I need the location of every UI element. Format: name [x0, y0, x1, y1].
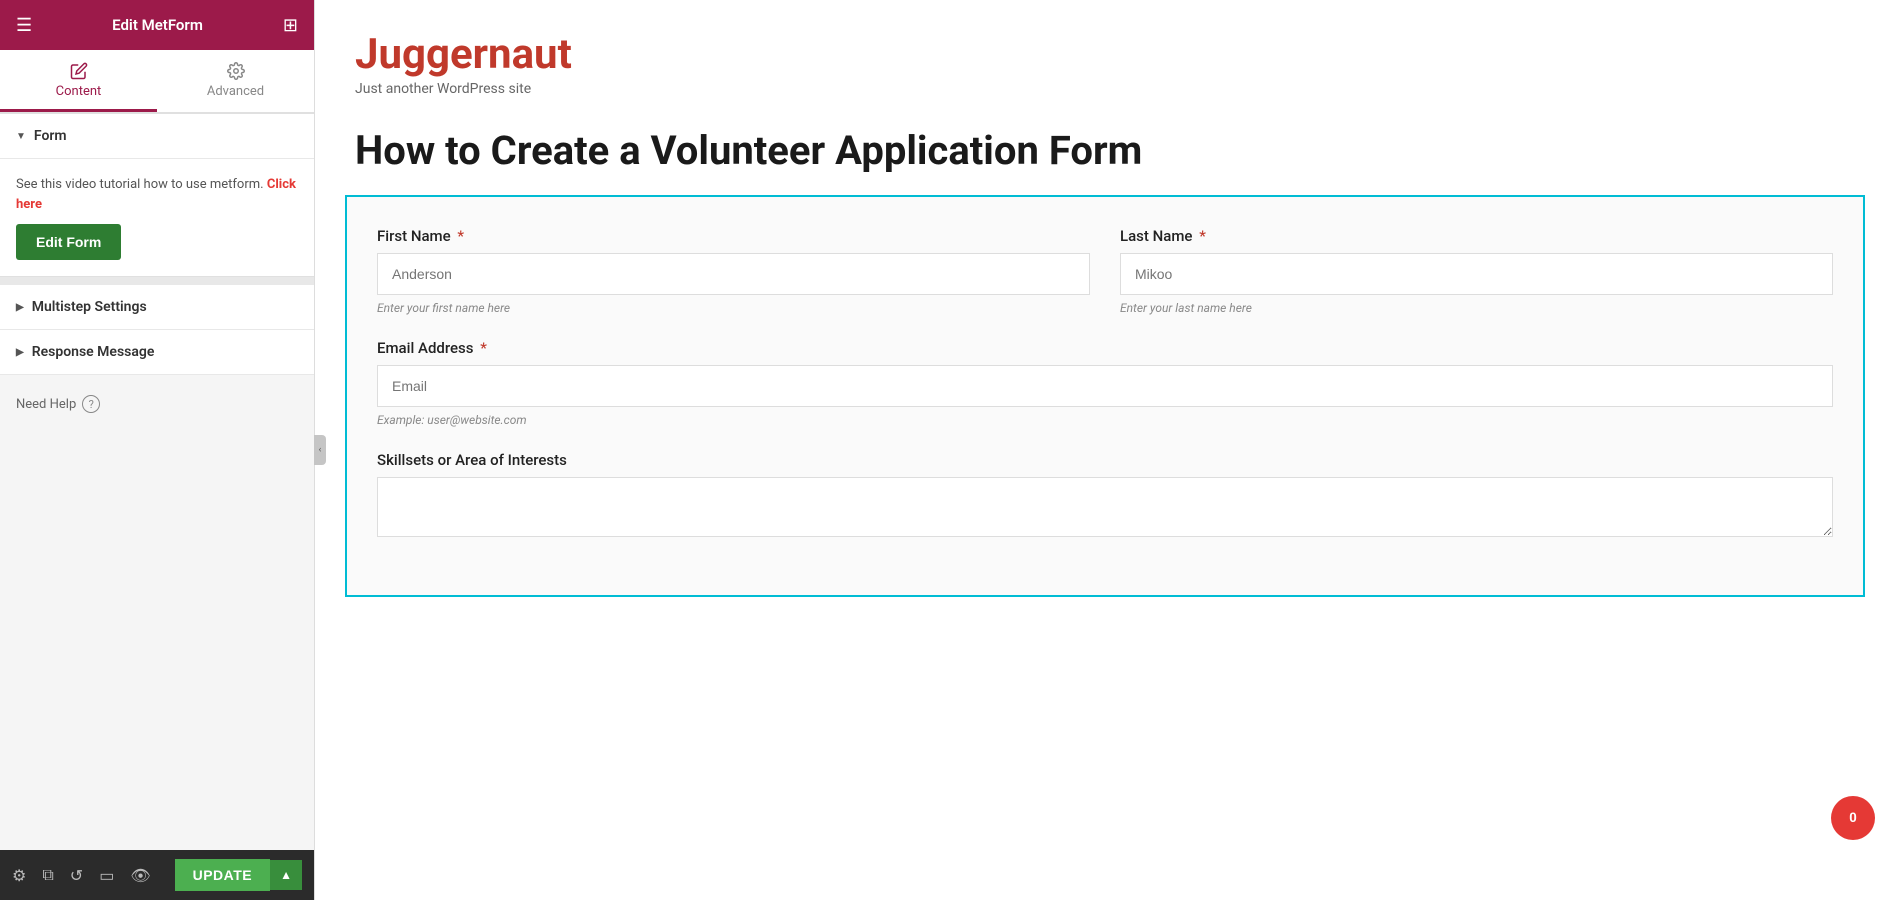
site-tagline: Just another WordPress site — [355, 81, 1855, 97]
multistep-section-header[interactable]: ▶ Multistep Settings — [0, 285, 314, 330]
settings-icon[interactable]: ⚙ — [12, 866, 26, 885]
last-name-label: Last Name * — [1120, 227, 1833, 245]
bottom-bar: ⚙ ⧉ ↺ ▭ 👁 UPDATE ▲ — [0, 850, 314, 900]
bottom-icons: ⚙ ⧉ ↺ ▭ 👁 — [12, 865, 151, 885]
skillsets-col: Skillsets or Area of Interests — [377, 451, 1833, 541]
email-hint: Example: user@website.com — [377, 413, 1833, 427]
update-btn-group: UPDATE ▲ — [175, 859, 302, 891]
last-name-col: Last Name * Enter your last name here — [1120, 227, 1833, 315]
panel-content: ▼ Form See this video tutorial how to us… — [0, 114, 314, 900]
last-name-required: * — [1199, 227, 1206, 245]
site-logo: Juggernaut — [355, 30, 1855, 79]
left-panel: ☰ Edit MetForm ⊞ Content Advanced ▼ Form — [0, 0, 315, 900]
email-input[interactable] — [377, 365, 1833, 407]
first-name-hint: Enter your first name here — [377, 301, 1090, 315]
site-header: Juggernaut Just another WordPress site — [315, 0, 1895, 117]
content-tab-label: Content — [56, 84, 102, 99]
name-row: First Name * Enter your first name here … — [377, 227, 1833, 315]
form-container: First Name * Enter your first name here … — [345, 195, 1865, 597]
panel-header: ☰ Edit MetForm ⊞ — [0, 0, 314, 50]
edit-form-button[interactable]: Edit Form — [16, 224, 121, 260]
skillsets-label: Skillsets or Area of Interests — [377, 451, 1833, 469]
form-section-header[interactable]: ▼ Form — [0, 114, 314, 159]
tabs-row: Content Advanced — [0, 50, 314, 114]
preview-icon[interactable]: 👁 — [130, 866, 150, 885]
response-section-header[interactable]: ▶ Response Message — [0, 330, 314, 375]
email-required: * — [480, 339, 487, 357]
tutorial-text: See this video tutorial how to use metfo… — [16, 175, 298, 214]
history-icon[interactable]: ↺ — [70, 866, 83, 885]
multistep-arrow-icon: ▶ — [16, 302, 24, 313]
response-arrow-icon: ▶ — [16, 347, 24, 358]
layers-icon[interactable]: ⧉ — [42, 865, 53, 885]
help-icon[interactable]: ? — [82, 395, 100, 413]
last-name-input[interactable] — [1120, 253, 1833, 295]
hamburger-icon[interactable]: ☰ — [16, 15, 32, 36]
grid-icon[interactable]: ⊞ — [283, 15, 298, 36]
email-label: Email Address * — [377, 339, 1833, 357]
multistep-section-label: Multistep Settings — [32, 299, 147, 315]
page-title: How to Create a Volunteer Application Fo… — [315, 117, 1895, 195]
tab-content[interactable]: Content — [0, 50, 157, 112]
first-name-input[interactable] — [377, 253, 1090, 295]
panel-collapse-handle[interactable]: ‹ — [314, 435, 326, 465]
responsive-icon[interactable]: ▭ — [99, 866, 114, 885]
main-content: Juggernaut Just another WordPress site H… — [315, 0, 1895, 900]
response-section-label: Response Message — [32, 344, 155, 360]
pencil-icon — [70, 62, 88, 80]
email-col: Email Address * Example: user@website.co… — [377, 339, 1833, 427]
last-name-hint: Enter your last name here — [1120, 301, 1833, 315]
advanced-tab-label: Advanced — [207, 84, 264, 99]
gear-icon — [227, 62, 245, 80]
need-help-section: Need Help ? — [0, 375, 314, 433]
first-name-col: First Name * Enter your first name here — [377, 227, 1090, 315]
cart-count-badge[interactable]: 0 — [1831, 796, 1875, 840]
update-button[interactable]: UPDATE — [175, 859, 271, 891]
skillsets-textarea[interactable] — [377, 477, 1833, 537]
need-help-label: Need Help — [16, 397, 76, 412]
form-arrow-icon: ▼ — [16, 131, 26, 142]
form-section-label: Form — [34, 128, 67, 144]
first-name-required: * — [457, 227, 464, 245]
first-name-label: First Name * — [377, 227, 1090, 245]
update-dropdown-button[interactable]: ▲ — [270, 860, 302, 890]
divider-1 — [0, 277, 314, 285]
form-section-body: See this video tutorial how to use metfo… — [0, 159, 314, 277]
panel-title: Edit MetForm — [112, 16, 203, 34]
tab-advanced[interactable]: Advanced — [157, 50, 314, 112]
